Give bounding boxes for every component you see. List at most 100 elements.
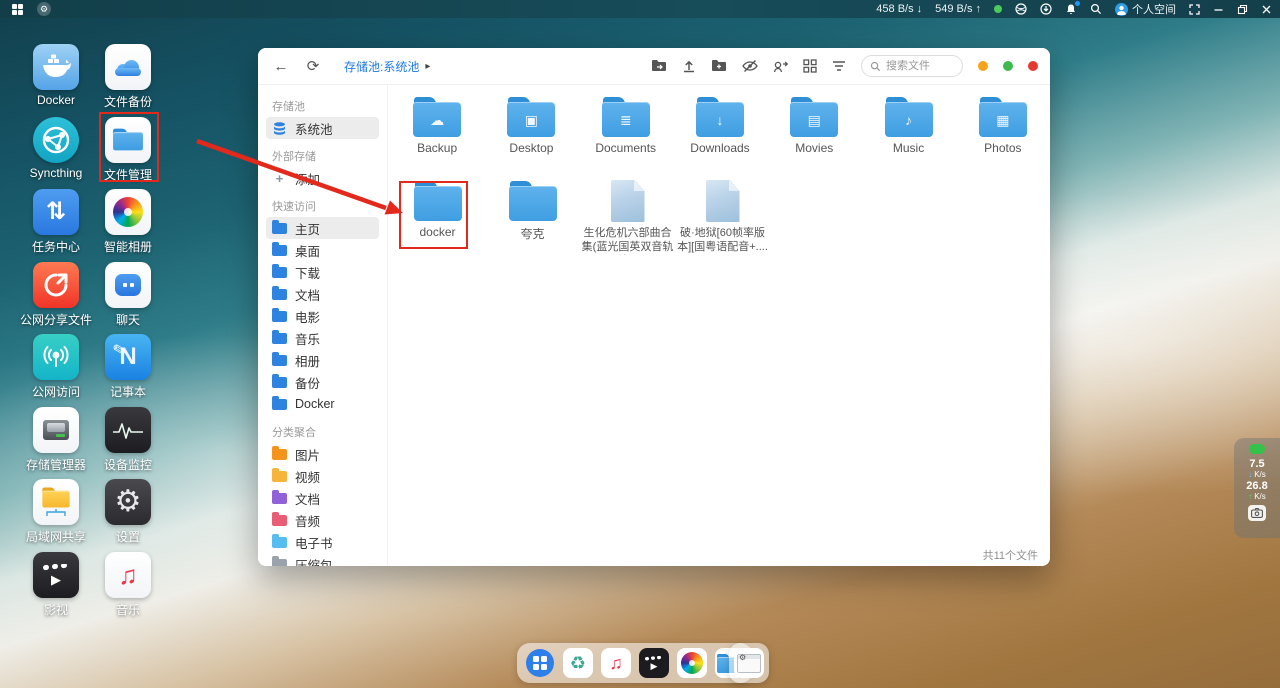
clock-icon[interactable]: ⚙ bbox=[37, 2, 51, 16]
folder-item-downloads[interactable]: ↓ Downloads bbox=[673, 91, 767, 155]
sidebar-item-documents[interactable]: 文档 bbox=[266, 283, 379, 305]
net-speed-widget[interactable]: 7.5 ↓K/s 26.8 ↑K/s bbox=[1234, 438, 1280, 538]
restore-icon[interactable] bbox=[1237, 4, 1248, 15]
refresh-icon[interactable]: ⟳ bbox=[302, 55, 324, 77]
hide-files-icon[interactable] bbox=[742, 59, 758, 73]
back-icon[interactable]: ← bbox=[270, 55, 292, 77]
new-folder-icon[interactable] bbox=[711, 59, 727, 73]
share-icon[interactable] bbox=[773, 59, 788, 73]
sidebar-item-videos[interactable]: 视频 bbox=[266, 465, 379, 487]
sidebar-item-home[interactable]: 主页 bbox=[266, 217, 379, 239]
sidebar-item-label: 下载 bbox=[295, 263, 320, 282]
file-item-torrent-1[interactable]: 生化危机六部曲合集(蓝光国英双音轨特... bbox=[580, 175, 675, 255]
desktop-icon-label: 聊天 bbox=[116, 311, 140, 328]
folder-name: Downloads bbox=[690, 141, 749, 155]
folder-item-backup[interactable]: ☁ Backup bbox=[390, 91, 484, 155]
desktop-icon-label: 文件备份 bbox=[104, 93, 152, 110]
file-item-torrent-2[interactable]: 破·地狱[60帧率版本][国粤语配音+....torr... bbox=[675, 175, 770, 255]
folder-item-music[interactable]: ♪ Music bbox=[861, 91, 955, 155]
film-emblem: ▤ bbox=[808, 113, 821, 127]
folder-item-desktop[interactable]: ▣ Desktop bbox=[484, 91, 578, 155]
desktop-icon-file-backup[interactable]: 文件备份 bbox=[92, 44, 164, 117]
desktop-icon-label: 设备监控 bbox=[104, 456, 152, 473]
sidebar-item-pictures[interactable]: 图片 bbox=[266, 443, 379, 465]
bell-icon[interactable] bbox=[1065, 3, 1077, 15]
sidebar-item-desktop[interactable]: 桌面 bbox=[266, 239, 379, 261]
dock-recycle-bin[interactable]: ♻ bbox=[563, 648, 593, 678]
desktop-icon-smart-album[interactable]: 智能相册 bbox=[92, 189, 164, 262]
breadcrumb[interactable]: 存储池:系统池 ▸ bbox=[344, 58, 430, 75]
folder-item-movies[interactable]: ▤ Movies bbox=[767, 91, 861, 155]
download-circle-icon[interactable] bbox=[1040, 3, 1052, 15]
sidebar-item-label: 系统池 bbox=[295, 119, 333, 138]
sidebar-item-archives[interactable]: 压缩包 bbox=[266, 553, 379, 566]
window-maximize-dot[interactable] bbox=[1003, 61, 1013, 71]
desktop-icon-settings[interactable]: ⚙ 设置 bbox=[92, 479, 164, 552]
sidebar-item-docker[interactable]: Docker bbox=[266, 393, 379, 415]
sidebar-item-albums[interactable]: 相册 bbox=[266, 349, 379, 371]
desktop-icon-docker[interactable]: Docker bbox=[20, 44, 92, 117]
folder-item-quark[interactable]: 夸克 bbox=[485, 175, 580, 255]
gear-icon: ⚙ bbox=[105, 479, 151, 525]
cloud-icon bbox=[105, 44, 151, 90]
search-input[interactable] bbox=[886, 60, 952, 72]
desktop-icon-lan-share[interactable]: 局域网共享 bbox=[20, 479, 92, 552]
sidebar-item-add[interactable]: + 添加 bbox=[266, 167, 379, 189]
sidebar-item-backup[interactable]: 备份 bbox=[266, 371, 379, 393]
window-minimize-dot[interactable] bbox=[978, 61, 988, 71]
folder-icon bbox=[272, 333, 287, 344]
desktop-icon-label: 局域网共享 bbox=[26, 528, 86, 545]
desktop-icon-storage-manager[interactable]: 存储管理器 bbox=[20, 407, 92, 480]
close-icon[interactable] bbox=[1261, 4, 1272, 15]
file-name: 生化危机六部曲合集(蓝光国英双音轨特... bbox=[582, 227, 674, 255]
sidebar-item-music[interactable]: 音乐 bbox=[266, 327, 379, 349]
desktop-icon-public-share[interactable]: 公网分享文件 bbox=[20, 262, 92, 335]
desktop-icon-device-monitor[interactable]: 设备监控 bbox=[92, 407, 164, 480]
folder-name: Movies bbox=[795, 141, 833, 155]
up-down-arrows-icon: ⇅ bbox=[33, 189, 79, 235]
desktop-icon-task-center[interactable]: ⇅ 任务中心 bbox=[20, 189, 92, 262]
sidebar-item-system-pool[interactable]: 系统池 bbox=[266, 117, 379, 139]
search-icon[interactable] bbox=[1090, 3, 1102, 15]
sidebar-item-label: 添加 bbox=[295, 169, 320, 188]
window-close-dot[interactable] bbox=[1028, 61, 1038, 71]
dock-photos[interactable] bbox=[677, 648, 707, 678]
desktop-icon-music-app[interactable]: ♫ 音乐 bbox=[92, 552, 164, 625]
grid-view-icon[interactable] bbox=[803, 59, 817, 73]
desktop-icon-notes[interactable]: N ✎ 记事本 bbox=[92, 334, 164, 407]
folder-icon: ♪ bbox=[885, 97, 933, 137]
fullscreen-icon[interactable] bbox=[1189, 4, 1200, 15]
upload-icon[interactable] bbox=[682, 59, 696, 73]
file-manager-toolbar: ← ⟳ 存储池:系统池 ▸ bbox=[258, 48, 1050, 85]
search-box[interactable] bbox=[861, 55, 963, 77]
screenshot-icon[interactable] bbox=[1248, 505, 1266, 521]
dock-window-settings[interactable] bbox=[734, 648, 764, 678]
minimize-icon[interactable] bbox=[1213, 4, 1224, 15]
move-folder-icon[interactable] bbox=[651, 59, 667, 73]
user-space-button[interactable]: 个人空间 bbox=[1115, 1, 1176, 17]
dock-video[interactable]: ▶ bbox=[639, 648, 669, 678]
sidebar-item-audio[interactable]: 音频 bbox=[266, 509, 379, 531]
folder-item-docker[interactable]: docker bbox=[390, 175, 485, 255]
sidebar-item-ebooks[interactable]: 电子书 bbox=[266, 531, 379, 553]
dock-music[interactable]: ♫ bbox=[601, 648, 631, 678]
globe-icon[interactable] bbox=[1015, 3, 1027, 15]
app-grid-icon[interactable] bbox=[12, 4, 23, 15]
whale-icon bbox=[33, 44, 79, 90]
desktop-icon-label: 设置 bbox=[116, 528, 140, 545]
desktop-icon-syncthing[interactable]: Syncthing bbox=[20, 117, 92, 190]
desktop-icon-video-app[interactable]: ▶ 影视 bbox=[20, 552, 92, 625]
folder-icon bbox=[272, 537, 287, 548]
sidebar-item-label: 桌面 bbox=[295, 241, 320, 260]
folder-item-photos[interactable]: ▦ Photos bbox=[956, 91, 1050, 155]
desktop-icon-public-access[interactable]: 公网访问 bbox=[20, 334, 92, 407]
sidebar-item-docs[interactable]: 文档 bbox=[266, 487, 379, 509]
dock-launcher[interactable] bbox=[525, 648, 555, 678]
desktop-icon-chat[interactable]: 聊天 bbox=[92, 262, 164, 335]
sidebar-item-downloads[interactable]: 下载 bbox=[266, 261, 379, 283]
sidebar-item-movies[interactable]: 电影 bbox=[266, 305, 379, 327]
folder-item-documents[interactable]: ≣ Documents bbox=[579, 91, 673, 155]
sort-icon[interactable] bbox=[832, 60, 846, 72]
dock-extra-group bbox=[729, 643, 769, 683]
desktop-icon-file-manager[interactable]: 文件管理 bbox=[92, 117, 164, 190]
